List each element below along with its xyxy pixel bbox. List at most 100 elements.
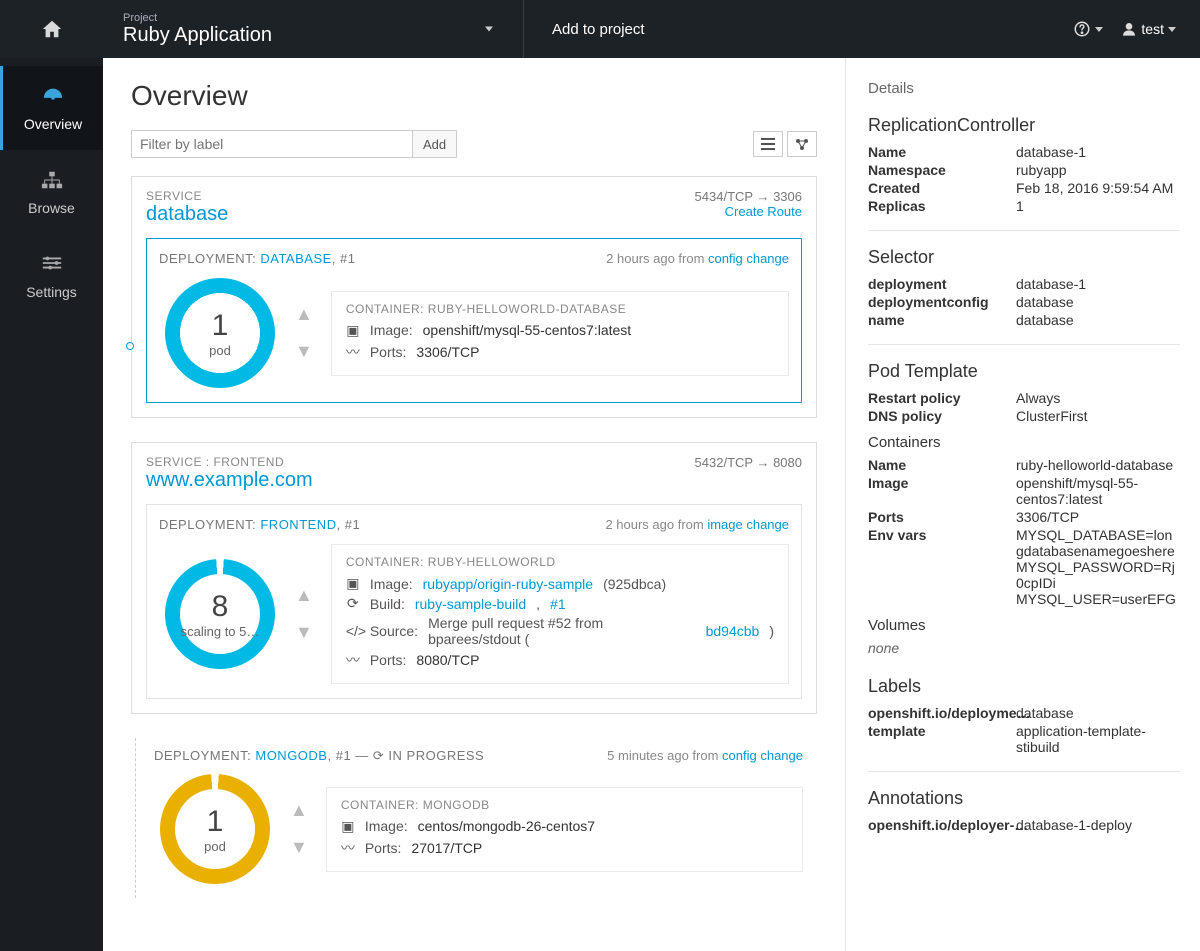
commit-link[interactable]: bd94cbb xyxy=(706,623,760,639)
service-label: SERVICE xyxy=(146,189,228,203)
route-mapping: 5434/TCP → 3306 xyxy=(695,189,802,204)
cenv-key: Env vars xyxy=(868,527,1016,607)
help-button[interactable] xyxy=(1073,20,1103,38)
chevron-down-icon xyxy=(1095,27,1103,32)
ann1-value: database-1-deploy xyxy=(1016,817,1132,833)
scale-down-button[interactable]: ▼ xyxy=(290,837,308,858)
namespace-value: rubyapp xyxy=(1016,162,1067,178)
ports-value: 8080/TCP xyxy=(416,652,479,668)
cports-key: Ports xyxy=(868,509,1016,525)
deployment-box-database[interactable]: DEPLOYMENT: DATABASE, #1 2 hours ago fro… xyxy=(146,238,802,403)
scale-down-button[interactable]: ▼ xyxy=(295,622,313,643)
sitemap-icon xyxy=(41,170,63,190)
service-title-link[interactable]: database xyxy=(146,203,228,225)
label1-key: openshift.io/deployme… xyxy=(868,705,1016,721)
volumes-subhead: Volumes xyxy=(868,617,1180,634)
labels-heading: Labels xyxy=(868,676,1180,697)
list-icon xyxy=(761,138,775,150)
refresh-icon: ⟳ xyxy=(346,595,360,612)
build-link[interactable]: ruby-sample-build xyxy=(415,596,526,612)
source-text: Merge pull request #52 from bparees/stdo… xyxy=(428,615,696,647)
topology-view-button[interactable] xyxy=(787,131,817,157)
scale-up-button[interactable]: ▲ xyxy=(295,304,313,325)
service-card-frontend: SERVICE : FRONTEND www.example.com 5432/… xyxy=(131,442,817,714)
deployment-card-mongodb: DEPLOYMENT: MONGODB, #1 — ⟳ IN PROGRESS … xyxy=(135,738,817,898)
chevron-down-icon xyxy=(485,27,493,32)
restart-value: Always xyxy=(1016,390,1060,406)
scale-up-button[interactable]: ▲ xyxy=(295,585,313,606)
pulse-icon: 〰 xyxy=(341,838,355,858)
dep-age: 2 hours ago from xyxy=(606,251,708,266)
label1-value: database xyxy=(1016,705,1074,721)
sidebar-item-settings[interactable]: Settings xyxy=(0,234,103,318)
label2-key: template xyxy=(868,723,1016,755)
details-panel: Details ReplicationController Namedataba… xyxy=(845,58,1200,951)
image-value: centos/mongodb-26-centos7 xyxy=(418,818,595,834)
user-menu[interactable]: test xyxy=(1121,21,1176,37)
annotations-heading: Annotations xyxy=(868,788,1180,809)
sidebar-label: Overview xyxy=(24,116,82,132)
create-route-link[interactable]: Create Route xyxy=(695,204,802,219)
deployment-link[interactable]: MONGODB xyxy=(255,748,327,763)
trigger-link[interactable]: config change xyxy=(708,251,789,266)
home-button[interactable] xyxy=(0,0,103,58)
dep-num: , #1 xyxy=(332,251,356,266)
image-link[interactable]: rubyapp/origin-ruby-sample xyxy=(423,576,593,592)
pod-donut[interactable]: 8 scaling to 5… xyxy=(165,559,275,669)
cimg-key: Image xyxy=(868,475,1016,507)
service-title-link[interactable]: www.example.com xyxy=(146,469,313,491)
container-info: CONTAINER: MONGODB ▣Image: centos/mongod… xyxy=(326,787,803,872)
username: test xyxy=(1141,21,1164,37)
image-value: openshift/mysql-55-centos7:latest xyxy=(423,322,632,338)
ports-value: 3306/TCP xyxy=(416,344,479,360)
sliders-icon xyxy=(41,254,63,272)
cports-value: 3306/TCP xyxy=(1016,509,1079,525)
deployment-link[interactable]: FRONTEND xyxy=(260,517,336,532)
pod-donut[interactable]: 1 pod xyxy=(165,278,275,388)
pulse-icon: 〰 xyxy=(346,342,360,362)
project-label: Project xyxy=(123,12,503,24)
service-card-database: SERVICE database 5434/TCP → 3306 Create … xyxy=(131,176,817,418)
trigger-link[interactable]: image change xyxy=(707,517,789,532)
trigger-link[interactable]: config change xyxy=(722,748,803,763)
sidebar-item-overview[interactable]: Overview xyxy=(0,66,103,150)
pulse-icon: 〰 xyxy=(346,650,360,670)
created-key: Created xyxy=(868,180,1016,196)
containers-subhead: Containers xyxy=(868,434,1180,451)
pod-donut[interactable]: 1 pod xyxy=(160,774,270,884)
dep-prefix: DEPLOYMENT: xyxy=(154,748,255,763)
pod-label: pod xyxy=(209,343,231,358)
replicas-key: Replicas xyxy=(868,198,1016,214)
sel-deployment-key: deployment xyxy=(868,276,1016,292)
dep-status: IN PROGRESS xyxy=(388,748,484,763)
replicas-value: 1 xyxy=(1016,198,1024,214)
volumes-value: none xyxy=(868,640,1180,656)
cube-icon: ▣ xyxy=(346,322,360,339)
cube-icon: ▣ xyxy=(341,818,355,835)
deployment-link[interactable]: DATABASE xyxy=(260,251,331,266)
list-view-button[interactable] xyxy=(753,131,783,157)
scale-down-button[interactable]: ▼ xyxy=(295,341,313,362)
build-num-link[interactable]: #1 xyxy=(550,596,566,612)
add-filter-button[interactable]: Add xyxy=(413,130,457,158)
dashboard-icon xyxy=(42,86,64,106)
home-icon xyxy=(41,18,63,40)
created-value: Feb 18, 2016 9:59:54 AM xyxy=(1016,180,1173,196)
source-key: Source: xyxy=(370,623,418,639)
top-navbar: Project Ruby Application Add to project … xyxy=(0,0,1200,58)
cube-icon: ▣ xyxy=(346,575,360,592)
sel-dc-value: database xyxy=(1016,294,1074,310)
restart-key: Restart policy xyxy=(868,390,1016,406)
container-info: CONTAINER: RUBY-HELLOWORLD ▣Image: rubya… xyxy=(331,544,789,684)
image-key: Image: xyxy=(370,576,413,592)
cname-value: ruby-helloworld-database xyxy=(1016,457,1173,473)
filter-input[interactable] xyxy=(131,130,413,158)
sidebar: Overview Browse Settings xyxy=(0,58,103,951)
dep-prefix: DEPLOYMENT: xyxy=(159,517,260,532)
sel-name-key: name xyxy=(868,312,1016,328)
sidebar-item-browse[interactable]: Browse xyxy=(0,150,103,234)
project-selector[interactable]: Project Ruby Application xyxy=(103,0,523,58)
scale-up-button[interactable]: ▲ xyxy=(290,800,308,821)
pod-count: 1 xyxy=(212,309,229,343)
add-to-project-button[interactable]: Add to project xyxy=(523,0,673,58)
